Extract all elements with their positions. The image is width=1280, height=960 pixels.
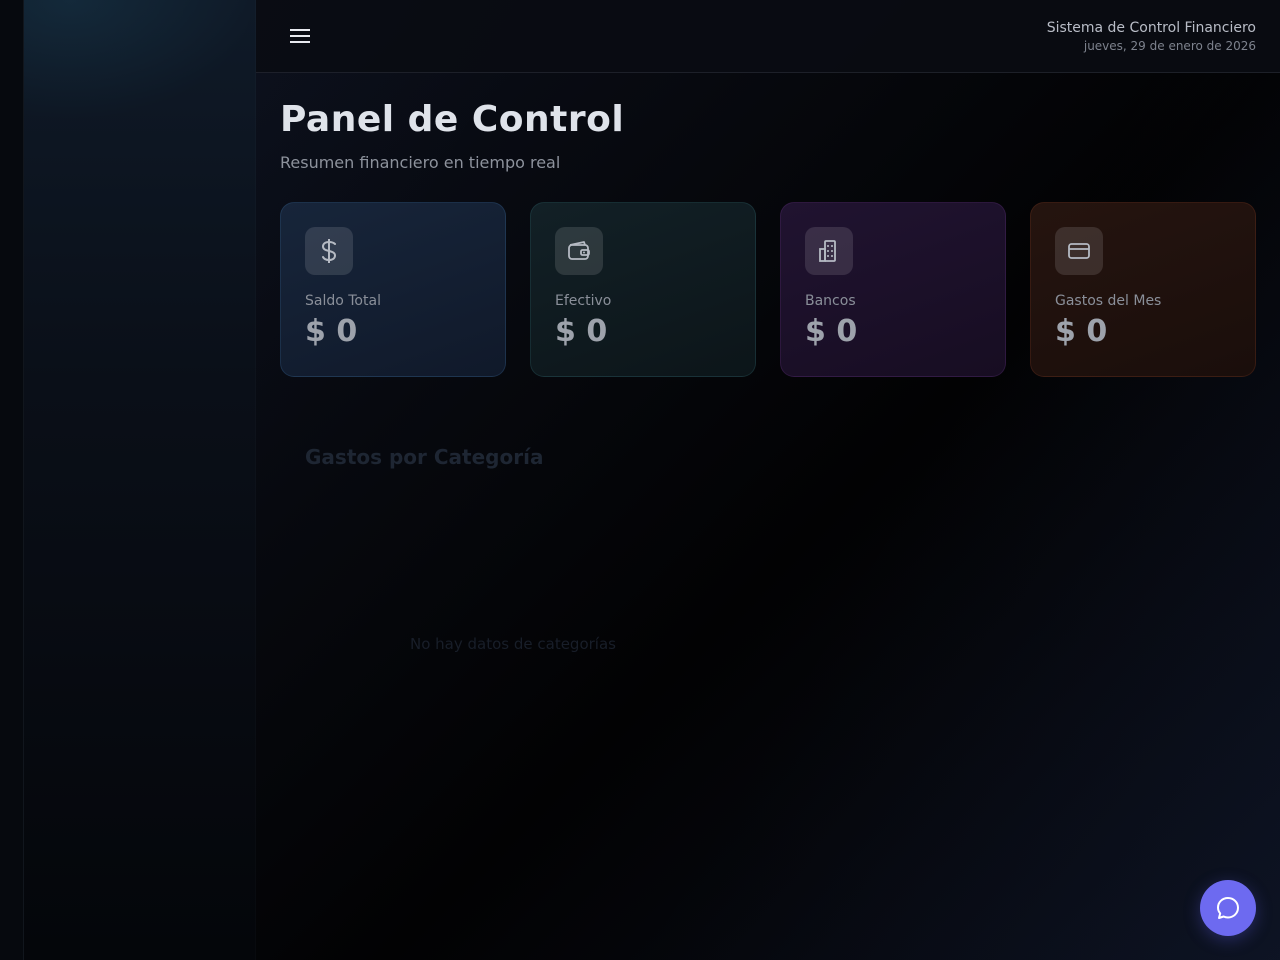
chart-empty-message: No hay datos de categorías xyxy=(410,635,616,653)
app-root: Sistema de Control Financiero jueves, 29… xyxy=(0,0,1280,960)
category-chart-panel: Gastos por Categoría No hay datos de cat… xyxy=(280,408,1256,828)
card-label: Efectivo xyxy=(555,293,612,309)
card-gastos-del-mes: Gastos del Mes $ 0 xyxy=(1030,202,1256,377)
card-value: $ 0 xyxy=(1055,314,1108,349)
chat-bubble-icon xyxy=(1217,897,1239,919)
card-label: Saldo Total xyxy=(305,293,381,309)
card-value: $ 0 xyxy=(305,314,358,349)
building-icon xyxy=(805,227,853,275)
card-saldo-total: Saldo Total $ 0 xyxy=(280,202,506,377)
sidebar xyxy=(0,0,256,960)
card-value: $ 0 xyxy=(555,314,608,349)
sidebar-glow xyxy=(24,0,256,120)
page-title: Panel de Control xyxy=(280,99,625,140)
current-date: jueves, 29 de enero de 2026 xyxy=(1083,39,1256,53)
card-label: Gastos del Mes xyxy=(1055,293,1162,309)
credit-card-icon xyxy=(1055,227,1103,275)
summary-cards: Saldo Total $ 0 Efectivo $ 0 Bancos $ 0 … xyxy=(280,202,1256,377)
chat-button[interactable] xyxy=(1200,880,1256,936)
wallet-icon xyxy=(555,227,603,275)
card-bancos: Bancos $ 0 xyxy=(780,202,1006,377)
page-subtitle: Resumen financiero en tiempo real xyxy=(280,153,561,172)
card-efectivo: Efectivo $ 0 xyxy=(530,202,756,377)
card-value: $ 0 xyxy=(805,314,858,349)
header-info: Sistema de Control Financiero jueves, 29… xyxy=(1047,19,1256,55)
menu-icon xyxy=(290,29,310,43)
sidebar-rail xyxy=(0,0,24,960)
chart-title: Gastos por Categoría xyxy=(305,445,544,469)
dollar-icon xyxy=(305,227,353,275)
app-title: Sistema de Control Financiero xyxy=(1046,20,1256,36)
menu-button[interactable] xyxy=(286,24,314,48)
main-content: Panel de Control Resumen financiero en t… xyxy=(280,73,1256,960)
card-label: Bancos xyxy=(805,293,856,309)
top-bar: Sistema de Control Financiero jueves, 29… xyxy=(256,0,1280,73)
